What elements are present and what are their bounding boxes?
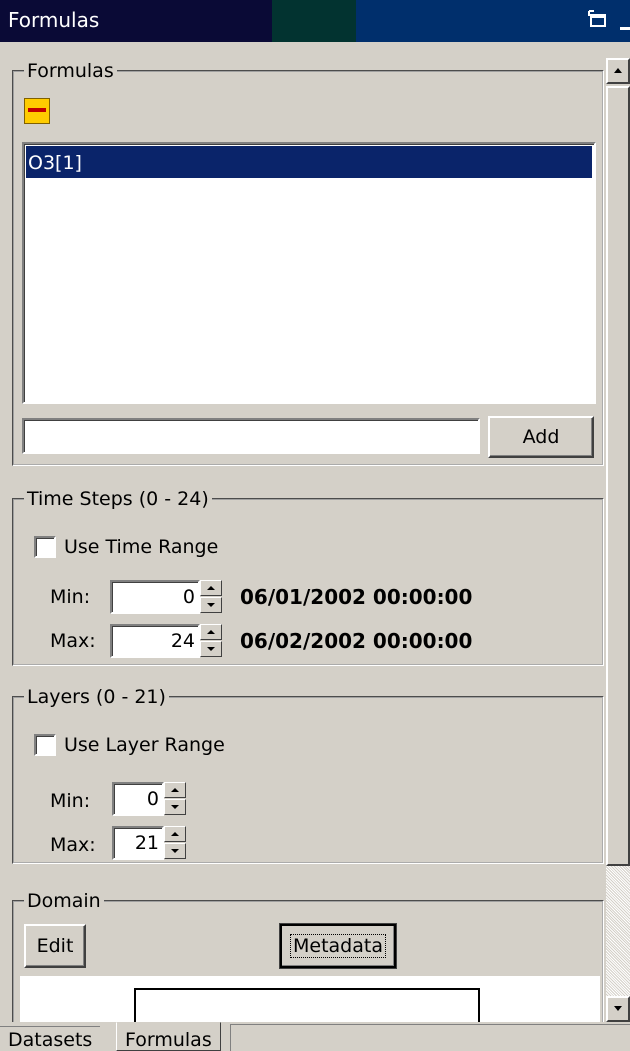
time-min-datetime: 06/01/2002 00:00:00 <box>240 585 473 609</box>
scroll-track[interactable] <box>606 866 630 996</box>
window-title: Formulas <box>8 8 100 32</box>
tab-formulas-label: Formulas <box>125 1029 212 1051</box>
time-min-label: Min: <box>50 586 91 608</box>
layer-max-input[interactable]: 21 <box>112 826 164 860</box>
layer-max-label: Max: <box>50 834 96 856</box>
layer-max-value: 21 <box>134 832 159 854</box>
formulas-group-legend: Formulas <box>24 60 117 82</box>
use-time-range-checkbox[interactable] <box>34 536 56 558</box>
time-max-label: Max: <box>50 630 96 652</box>
spin-up-button[interactable] <box>200 624 222 640</box>
tab-strip-filler <box>230 1024 630 1051</box>
spin-down-button[interactable] <box>200 641 222 657</box>
minimize-icon[interactable] <box>620 14 630 30</box>
use-layer-range-checkbox[interactable] <box>34 734 56 756</box>
spin-down-button[interactable] <box>164 843 186 859</box>
new-formula-icon[interactable] <box>24 98 50 124</box>
time-max-input[interactable]: 24 <box>110 624 200 658</box>
scroll-thumb[interactable] <box>606 86 630 866</box>
scroll-up-button[interactable] <box>606 58 630 84</box>
tab-strip: Datasets Formulas <box>0 1022 630 1051</box>
arrow-down-icon <box>207 603 215 607</box>
tab-formulas[interactable]: Formulas <box>116 1022 221 1051</box>
arrow-up-icon <box>171 788 179 792</box>
scroll-down-button[interactable] <box>606 996 630 1022</box>
arrow-up-icon <box>207 630 215 634</box>
arrow-up-icon <box>171 832 179 836</box>
domain-box <box>134 988 480 1024</box>
layer-max-spinner[interactable] <box>164 826 186 860</box>
layer-min-spinner[interactable] <box>164 782 186 816</box>
title-bar[interactable]: Formulas <box>0 0 630 42</box>
arrow-up-icon <box>207 586 215 590</box>
vertical-scrollbar[interactable] <box>606 58 630 1024</box>
add-button[interactable]: Add <box>488 416 594 458</box>
layer-min-value: 0 <box>146 788 159 810</box>
arrow-down-icon <box>171 849 179 853</box>
layers-group <box>12 696 604 864</box>
layer-min-label: Min: <box>50 790 91 812</box>
undock-icon[interactable] <box>588 10 610 30</box>
time-min-input[interactable]: 0 <box>110 580 200 614</box>
use-time-range-label[interactable]: Use Time Range <box>64 536 218 558</box>
domain-canvas[interactable] <box>20 976 600 1024</box>
spin-down-button[interactable] <box>164 799 186 815</box>
formula-input[interactable] <box>22 418 480 454</box>
arrow-down-icon <box>171 805 179 809</box>
time-min-spinner[interactable] <box>200 580 222 614</box>
arrow-down-icon <box>614 1006 622 1011</box>
time-steps-legend: Time Steps (0 - 24) <box>24 488 212 510</box>
time-max-datetime: 06/02/2002 00:00:00 <box>240 629 473 653</box>
use-layer-range-label[interactable]: Use Layer Range <box>64 734 225 756</box>
formula-list[interactable]: O3[1] <box>22 142 596 404</box>
tab-datasets-label: Datasets <box>8 1029 93 1051</box>
list-item-label: O3[1] <box>28 152 82 174</box>
arrow-up-icon <box>614 68 622 73</box>
domain-legend: Domain <box>24 890 104 912</box>
title-bar-segment <box>272 0 356 42</box>
layers-legend: Layers (0 - 21) <box>24 686 169 708</box>
time-max-spinner[interactable] <box>200 624 222 658</box>
layer-min-input[interactable]: 0 <box>112 782 164 816</box>
arrow-down-icon <box>207 647 215 651</box>
tab-datasets[interactable]: Datasets <box>0 1026 101 1051</box>
time-max-value: 24 <box>170 630 195 652</box>
spin-up-button[interactable] <box>164 782 186 798</box>
add-button-label: Add <box>522 426 560 448</box>
spin-down-button[interactable] <box>200 597 222 613</box>
metadata-button-label: Metadata <box>290 934 386 958</box>
spin-up-button[interactable] <box>164 826 186 842</box>
spin-up-button[interactable] <box>200 580 222 596</box>
edit-button-label: Edit <box>36 935 74 957</box>
time-min-value: 0 <box>182 586 195 608</box>
edit-button[interactable]: Edit <box>24 924 86 968</box>
list-item-selected[interactable]: O3[1] <box>26 146 592 178</box>
metadata-button[interactable]: Metadata <box>279 923 397 969</box>
